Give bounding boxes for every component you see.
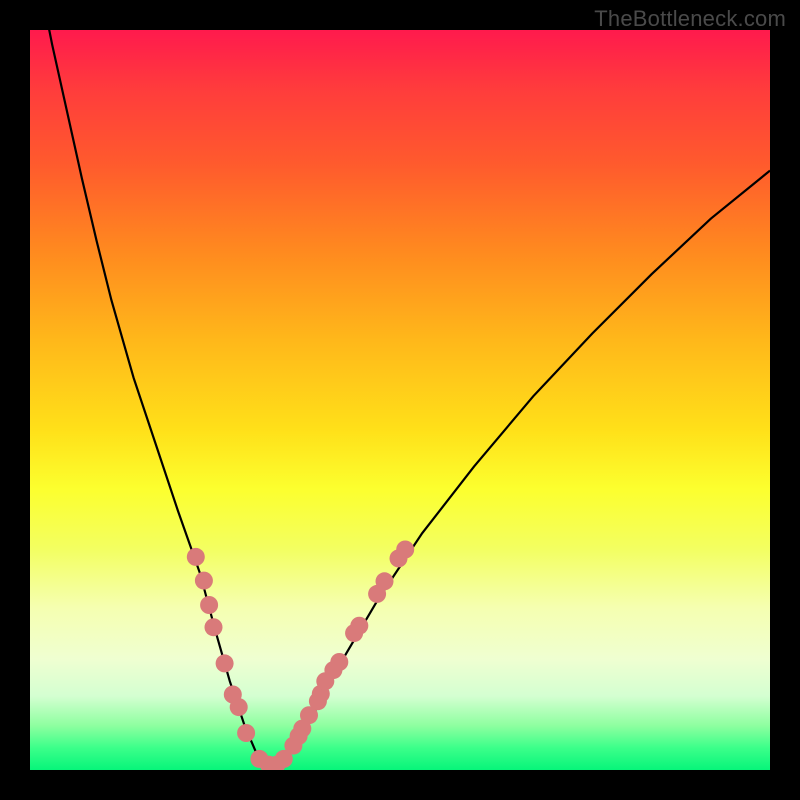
- data-marker: [350, 617, 368, 635]
- watermark-text: TheBottleneck.com: [594, 6, 786, 32]
- bottleneck-curve: [37, 30, 770, 766]
- data-marker: [237, 724, 255, 742]
- data-marker: [187, 548, 205, 566]
- data-markers: [187, 541, 414, 771]
- data-marker: [330, 653, 348, 671]
- data-marker: [195, 572, 213, 590]
- data-marker: [200, 596, 218, 614]
- data-marker: [205, 618, 223, 636]
- data-marker: [396, 541, 414, 559]
- data-marker: [230, 698, 248, 716]
- plot-area: [30, 30, 770, 770]
- data-marker: [216, 654, 234, 672]
- chart-svg: [30, 30, 770, 770]
- data-marker: [376, 572, 394, 590]
